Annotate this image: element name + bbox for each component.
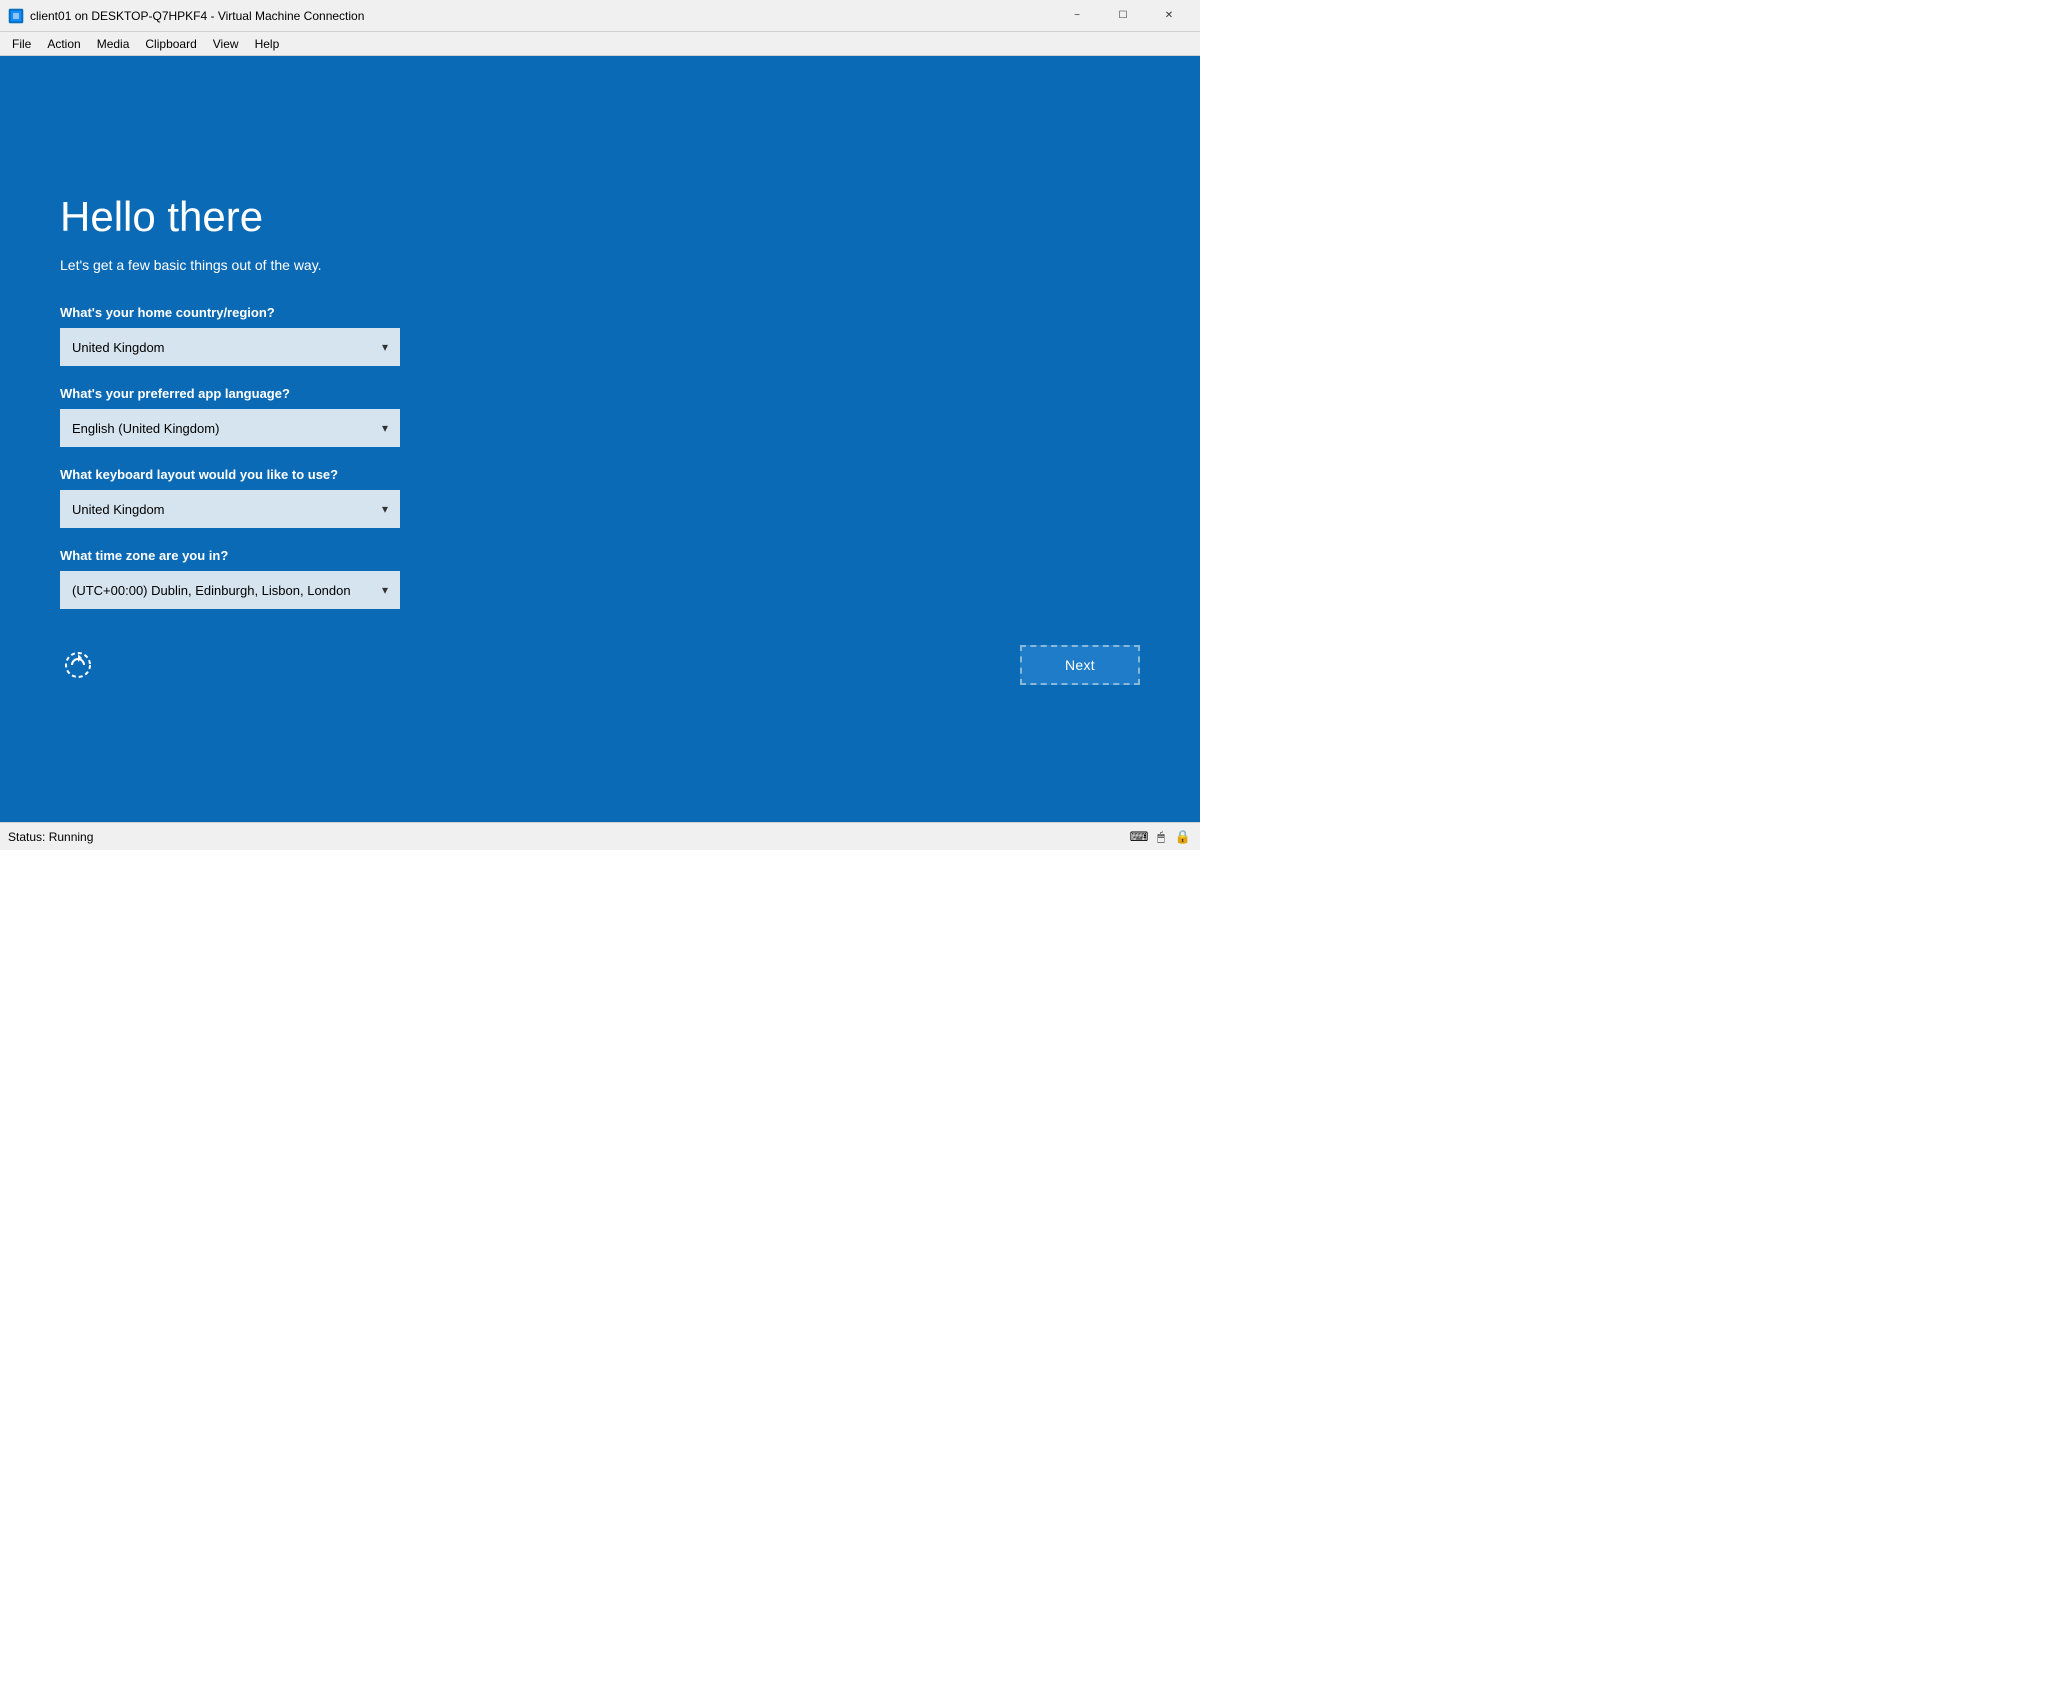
- statusbar-icons: ⌨ 🖱 🔒: [1130, 828, 1192, 846]
- timezone-label: What time zone are you in?: [60, 548, 1140, 563]
- keyboard-section: What keyboard layout would you like to u…: [60, 467, 1140, 528]
- timezone-select[interactable]: (UTC+00:00) Dublin, Edinburgh, Lisbon, L…: [60, 571, 400, 609]
- app-icon: [8, 8, 24, 24]
- lock-statusbar-icon: 🔒: [1174, 828, 1192, 846]
- next-button[interactable]: Next: [1020, 645, 1140, 685]
- titlebar: client01 on DESKTOP-Q7HPKF4 - Virtual Ma…: [0, 0, 1200, 32]
- timezone-section: What time zone are you in? (UTC+00:00) D…: [60, 548, 1140, 609]
- country-select-wrapper: United Kingdom United States Canada Aust…: [60, 328, 400, 366]
- menu-item-action[interactable]: Action: [39, 35, 88, 53]
- page-heading: Hello there: [60, 193, 1140, 241]
- keyboard-select[interactable]: United Kingdom United States German Fren…: [60, 490, 400, 528]
- page-subtitle: Let's get a few basic things out of the …: [60, 257, 1140, 273]
- country-label: What's your home country/region?: [60, 305, 1140, 320]
- language-section: What's your preferred app language? Engl…: [60, 386, 1140, 447]
- menu-item-file[interactable]: File: [4, 35, 39, 53]
- menubar: FileActionMediaClipboardViewHelp: [0, 32, 1200, 56]
- close-button[interactable]: ✕: [1146, 0, 1192, 32]
- statusbar: Status: Running ⌨ 🖱 🔒: [0, 822, 1200, 850]
- window-controls: − ☐ ✕: [1054, 0, 1192, 32]
- language-select[interactable]: English (United Kingdom) English (United…: [60, 409, 400, 447]
- menu-item-view[interactable]: View: [205, 35, 247, 53]
- keyboard-label: What keyboard layout would you like to u…: [60, 467, 1140, 482]
- refresh-icon[interactable]: [60, 647, 96, 683]
- country-select[interactable]: United Kingdom United States Canada Aust…: [60, 328, 400, 366]
- keyboard-select-wrapper: United Kingdom United States German Fren…: [60, 490, 400, 528]
- country-section: What's your home country/region? United …: [60, 305, 1140, 366]
- mouse-statusbar-icon: 🖱: [1152, 828, 1170, 846]
- keyboard-statusbar-icon: ⌨: [1130, 828, 1148, 846]
- window-title: client01 on DESKTOP-Q7HPKF4 - Virtual Ma…: [30, 9, 1054, 23]
- main-window: Hello there Let's get a few basic things…: [0, 56, 1200, 822]
- timezone-select-wrapper: (UTC+00:00) Dublin, Edinburgh, Lisbon, L…: [60, 571, 400, 609]
- status-text: Status: Running: [8, 830, 93, 844]
- menu-item-clipboard[interactable]: Clipboard: [137, 35, 204, 53]
- bottom-bar: Next: [60, 629, 1140, 705]
- restore-button[interactable]: ☐: [1100, 0, 1146, 32]
- menu-item-help[interactable]: Help: [247, 35, 288, 53]
- language-select-wrapper: English (United Kingdom) English (United…: [60, 409, 400, 447]
- language-label: What's your preferred app language?: [60, 386, 1140, 401]
- menu-item-media[interactable]: Media: [89, 35, 138, 53]
- minimize-button[interactable]: −: [1054, 0, 1100, 32]
- content-area: Hello there Let's get a few basic things…: [60, 56, 1140, 822]
